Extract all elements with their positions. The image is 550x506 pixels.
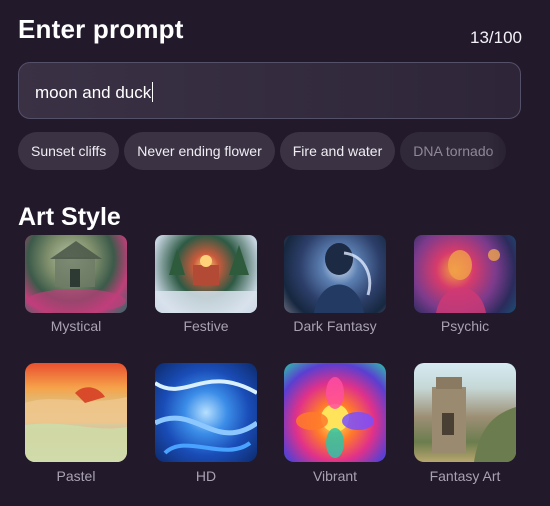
chips-fade-overlay (488, 132, 528, 170)
style-label: Pastel (56, 468, 96, 484)
festive-thumbnail[interactable] (155, 235, 257, 313)
style-label: Psychic (440, 318, 490, 334)
glowing-figure-image (436, 249, 500, 313)
fantasy-art-thumbnail[interactable] (414, 363, 516, 462)
style-label: HD (195, 468, 217, 484)
style-card-psychic[interactable]: Psychic (414, 235, 516, 334)
character-counter: 13/100 (470, 28, 522, 47)
style-label: Fantasy Art (429, 468, 501, 484)
psychic-thumbnail[interactable] (414, 235, 516, 313)
suggestion-chip[interactable]: Never ending flower (124, 132, 275, 170)
vibrant-flower-image (296, 377, 374, 458)
style-card-hd[interactable]: HD (155, 363, 257, 484)
dark-figure-image (314, 243, 372, 313)
dark-fantasy-thumbnail[interactable] (284, 235, 386, 313)
style-label: Festive (183, 318, 229, 334)
style-label: Dark Fantasy (293, 318, 377, 334)
mystical-thumbnail[interactable] (25, 235, 127, 313)
style-card-pastel[interactable]: Pastel (25, 363, 127, 484)
pastel-thumbnail[interactable] (25, 363, 127, 462)
prompt-input[interactable]: moon and duck (18, 62, 521, 119)
style-card-fantasy-art[interactable]: Fantasy Art (414, 363, 516, 484)
blue-abstract-image (155, 379, 257, 455)
suggestion-chip[interactable]: Fire and water (279, 132, 396, 170)
style-card-mystical[interactable]: Mystical (25, 235, 127, 334)
style-label: Mystical (50, 318, 102, 334)
suggestion-chips: Sunset cliffs Never ending flower Fire and… (18, 132, 528, 170)
style-card-vibrant[interactable]: Vibrant (284, 363, 386, 484)
vibrant-thumbnail[interactable] (284, 363, 386, 462)
pastel-landscape-image (25, 387, 127, 462)
prompt-input-value[interactable]: moon and duck (35, 82, 154, 103)
page-title: Enter prompt (18, 14, 184, 44)
suggestion-chip[interactable]: Sunset cliffs (18, 132, 120, 170)
hd-thumbnail[interactable] (155, 363, 257, 462)
temple-art-image (26, 241, 126, 313)
winter-village-image (155, 245, 257, 313)
text-cursor (152, 82, 154, 102)
header: Enter prompt 13/100 (18, 14, 522, 48)
style-card-dark-fantasy[interactable]: Dark Fantasy (284, 235, 386, 334)
fantasy-tower-image (432, 377, 516, 462)
style-label: Vibrant (312, 468, 358, 484)
art-style-title: Art Style (18, 203, 121, 231)
style-card-festive[interactable]: Festive (155, 235, 257, 334)
